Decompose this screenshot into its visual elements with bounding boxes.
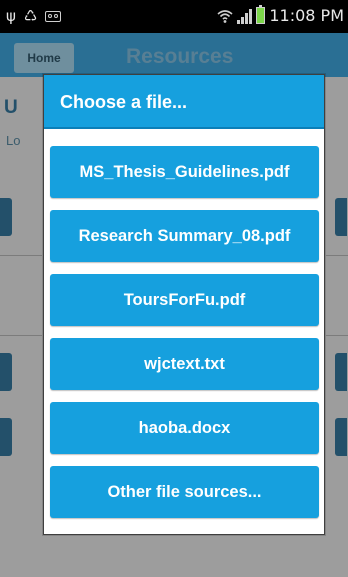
file-button[interactable]: MS_Thesis_Guidelines.pdf [50, 146, 319, 198]
dialog-header: Choose a file... [44, 75, 324, 129]
background-label: Lo [6, 133, 21, 148]
dialog-title: Choose a file... [60, 92, 188, 112]
background-button-stub [0, 418, 12, 456]
clock-time: 11:08 PM [269, 6, 344, 25]
file-button[interactable]: ToursForFu.pdf [50, 274, 319, 326]
usb-icon: ψ [6, 7, 16, 25]
recycle-icon: ♺ [23, 7, 38, 25]
signal-icon [237, 8, 253, 24]
wifi-icon [217, 9, 233, 23]
voicemail-icon [45, 10, 62, 22]
background-divider [0, 255, 42, 256]
page-title: Resources [126, 45, 234, 68]
background-button-stub [0, 198, 12, 236]
background-button-stub [335, 418, 347, 456]
background-button-stub [335, 353, 347, 391]
background-button-stub [0, 353, 12, 391]
file-button[interactable]: wjctext.txt [50, 338, 319, 390]
battery-charging-icon [256, 5, 266, 24]
background-divider [0, 335, 42, 336]
background-heading: U [4, 97, 18, 118]
file-button[interactable]: haoba.docx [50, 402, 319, 454]
file-chooser-dialog: Choose a file... MS_Thesis_Guidelines.pd… [43, 74, 325, 535]
home-button[interactable]: Home [14, 43, 74, 73]
other-file-sources-button[interactable]: Other file sources... [50, 466, 319, 518]
background-header: Home Resources [0, 33, 348, 77]
background-divider [326, 255, 348, 256]
status-bar: ψ ♺ 11:08 PM [0, 0, 348, 33]
background-divider [326, 335, 348, 336]
file-button[interactable]: Research Summary_08.pdf [50, 210, 319, 262]
background-button-stub [335, 198, 347, 236]
